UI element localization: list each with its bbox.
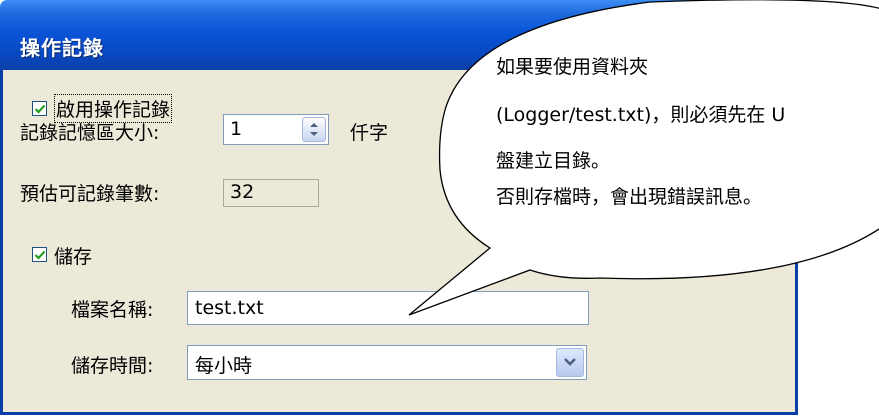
callout-line-1: 如果要使用資料夾	[496, 56, 649, 78]
callout-line-3: 盤建立目錄。	[496, 150, 611, 172]
callout-bubble	[408, 0, 879, 316]
callout-line-2: (Logger/test.txt)，則必須先在 U	[496, 104, 786, 126]
callout-line-4: 否則存檔時，會出現錯誤訊息。	[496, 186, 763, 208]
